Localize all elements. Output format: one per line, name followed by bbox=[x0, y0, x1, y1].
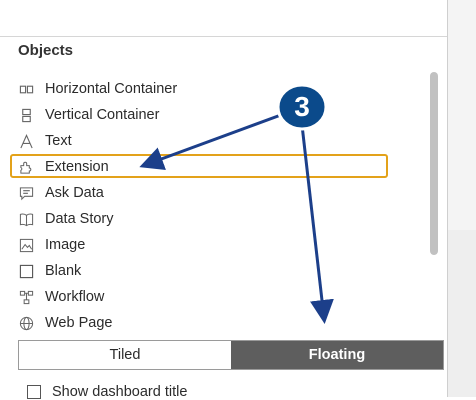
web-page-icon bbox=[18, 315, 34, 331]
ask-data-icon bbox=[18, 185, 34, 201]
horizontal-container-icon bbox=[18, 81, 34, 97]
image-icon bbox=[18, 237, 34, 253]
object-extension[interactable]: Extension bbox=[18, 154, 109, 180]
tiled-button[interactable]: Tiled bbox=[19, 341, 231, 369]
object-web-page[interactable]: Web Page bbox=[18, 310, 112, 336]
object-label: Web Page bbox=[45, 315, 113, 331]
layout-toggle: Tiled Floating bbox=[18, 340, 444, 370]
scrollbar-thumb[interactable] bbox=[430, 72, 438, 255]
extension-icon bbox=[18, 159, 34, 175]
panel-edge bbox=[447, 0, 448, 397]
object-label: Image bbox=[45, 237, 86, 253]
objects-section-title: Objects bbox=[18, 42, 74, 59]
object-vertical-container[interactable]: Vertical Container bbox=[18, 102, 159, 128]
object-label: Text bbox=[45, 133, 72, 149]
workflow-icon bbox=[18, 289, 34, 305]
object-label: Vertical Container bbox=[45, 107, 160, 123]
step-number: 3 bbox=[294, 91, 310, 122]
object-text[interactable]: Text bbox=[18, 128, 72, 154]
object-ask-data[interactable]: Ask Data bbox=[18, 180, 104, 206]
object-label: Extension bbox=[45, 159, 109, 175]
object-label: Data Story bbox=[45, 211, 114, 227]
floating-button[interactable]: Floating bbox=[231, 341, 443, 369]
object-blank[interactable]: Blank bbox=[18, 258, 81, 284]
text-icon bbox=[18, 133, 34, 149]
object-horizontal-container[interactable]: Horizontal Container bbox=[18, 76, 177, 102]
panel-divider bbox=[0, 36, 447, 37]
object-label: Ask Data bbox=[45, 185, 104, 201]
object-image[interactable]: Image bbox=[18, 232, 85, 258]
background-area-lower bbox=[448, 230, 476, 397]
object-data-story[interactable]: Data Story bbox=[18, 206, 114, 232]
arrow-to-floating bbox=[300, 124, 334, 324]
object-label: Blank bbox=[45, 263, 82, 279]
object-label: Horizontal Container bbox=[45, 81, 178, 97]
object-label: Workflow bbox=[45, 289, 105, 305]
data-story-icon bbox=[18, 211, 34, 227]
vertical-container-icon bbox=[18, 107, 34, 123]
arrow-to-extension bbox=[139, 110, 290, 171]
object-workflow[interactable]: Workflow bbox=[18, 284, 104, 310]
blank-icon bbox=[18, 263, 34, 279]
show-dashboard-title-option[interactable]: Show dashboard title bbox=[27, 384, 187, 400]
show-title-label: Show dashboard title bbox=[52, 384, 188, 400]
